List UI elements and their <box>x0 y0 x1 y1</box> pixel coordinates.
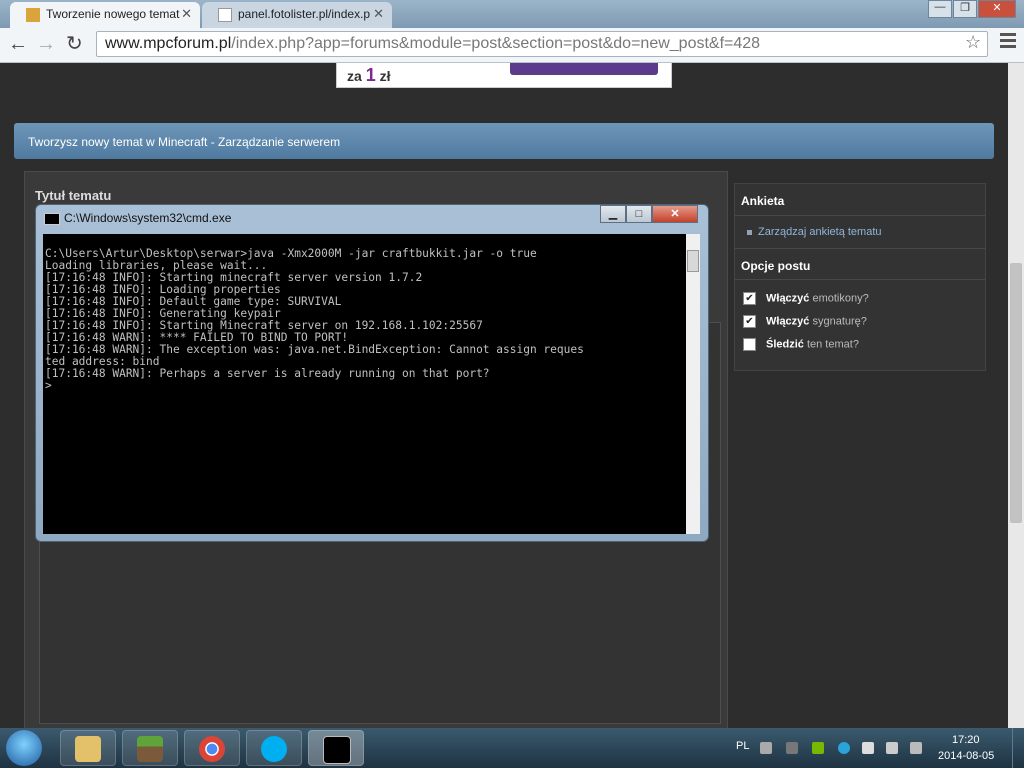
nvidia-icon[interactable] <box>812 742 824 754</box>
post-options-sidebar: Ankieta Zarządzaj ankietą tematu Opcje p… <box>734 183 986 371</box>
tab-new-topic[interactable]: Tworzenie nowego temat ✕ <box>10 2 200 28</box>
new-topic-header: Tworzysz nowy temat w Minecraft - Zarząd… <box>14 123 994 159</box>
manage-poll-link[interactable]: Zarządzaj ankietą tematu <box>747 226 882 238</box>
close-tab-icon[interactable]: ✕ <box>181 6 192 22</box>
ad-prefix: za <box>347 68 362 84</box>
cmd-icon <box>44 213 60 225</box>
option-signature[interactable]: ✔ Włączyć sygnaturę? <box>743 315 867 328</box>
chrome-icon <box>199 736 225 762</box>
hamburger-menu-icon[interactable] <box>1000 33 1016 51</box>
close-tab-icon[interactable]: ✕ <box>373 6 384 22</box>
clock-time[interactable]: 17:20 <box>952 734 980 746</box>
star-icon[interactable]: ☆ <box>965 32 981 53</box>
console-output: C:\Users\Artur\Desktop\serwar>java -Xmx2… <box>45 247 584 392</box>
advertisement-banner[interactable]: za 1 zł <box>336 63 672 88</box>
back-arrow-icon[interactable]: ← <box>8 34 28 54</box>
cmd-console[interactable]: C:\Users\Artur\Desktop\serwar>java -Xmx2… <box>43 234 693 534</box>
page-favicon-icon <box>218 8 232 22</box>
steam-icon[interactable] <box>786 742 798 754</box>
taskbar-cmd[interactable] <box>308 730 364 766</box>
minimize-window-button[interactable]: — <box>928 0 952 18</box>
option-emoticons[interactable]: ✔ Włączyć emotikony? <box>743 292 869 305</box>
ad-text: za 1 zł <box>347 65 390 86</box>
cmd-close-button[interactable]: ✕ <box>652 205 698 223</box>
browser-toolbar: ← → ↻ www.mpcforum.pl/index.php?app=foru… <box>0 28 1024 63</box>
bullet-icon <box>747 229 752 235</box>
option-text: emotikony? <box>809 292 869 305</box>
tab-label: Tworzenie nowego temat <box>46 7 180 21</box>
reload-icon[interactable]: ↻ <box>66 34 83 54</box>
keyboard-icon[interactable] <box>760 742 772 754</box>
network-icon[interactable] <box>910 742 922 754</box>
ad-suffix: zł <box>379 68 391 84</box>
tab-fotolister[interactable]: panel.fotolister.pl/index.p ✕ <box>202 2 392 28</box>
cmd-maximize-button[interactable]: □ <box>626 205 652 223</box>
option-bold: Włączyć <box>766 315 810 328</box>
cmd-scrollbar[interactable] <box>686 234 700 534</box>
windows-taskbar: PL 17:20 2014-08-05 <box>0 728 1024 768</box>
language-indicator[interactable]: PL <box>736 740 749 752</box>
skype-icon <box>261 736 287 762</box>
cmd-window[interactable]: C:\Windows\system32\cmd.exe ▁ □ ✕ C:\Use… <box>35 204 709 542</box>
scrollbar-thumb[interactable] <box>1010 263 1022 523</box>
taskbar-skype[interactable] <box>246 730 302 766</box>
ad-button[interactable] <box>510 63 658 75</box>
cmd-icon <box>323 736 351 764</box>
tab-label: panel.fotolister.pl/index.p <box>238 7 371 21</box>
option-text: sygnaturę? <box>809 315 867 328</box>
volume-icon[interactable] <box>886 742 898 754</box>
cmd-scrollbar-thumb[interactable] <box>687 250 699 272</box>
minecraft-icon <box>137 736 163 762</box>
show-desktop-button[interactable] <box>1012 728 1024 768</box>
ad-number: 1 <box>365 65 376 85</box>
checkbox-unchecked-icon[interactable] <box>743 338 756 351</box>
topic-title-label: Tytuł tematu <box>35 188 112 203</box>
taskbar-chrome[interactable] <box>184 730 240 766</box>
clock-date[interactable]: 2014-08-05 <box>938 750 994 762</box>
url-host: www.mpcforum.pl <box>105 35 232 52</box>
close-window-button[interactable]: ✕ <box>978 0 1016 18</box>
post-options-heading: Opcje postu <box>735 248 985 280</box>
option-bold: Włączyć <box>766 292 810 305</box>
option-text: ten temat? <box>803 338 859 351</box>
option-bold: Śledzić <box>766 338 804 351</box>
action-center-flag-icon[interactable] <box>862 742 874 754</box>
start-button-icon[interactable] <box>6 730 42 766</box>
windows-explorer-icon <box>75 736 101 762</box>
checkbox-checked-icon[interactable]: ✔ <box>743 315 756 328</box>
address-bar[interactable]: www.mpcforum.pl/index.php?app=forums&mod… <box>96 31 988 57</box>
url-path: /index.php?app=forums&module=post&sectio… <box>231 35 761 52</box>
checkbox-checked-icon[interactable]: ✔ <box>743 292 756 305</box>
update-icon[interactable] <box>838 742 850 754</box>
cmd-window-title: C:\Windows\system32\cmd.exe <box>64 211 232 225</box>
option-follow[interactable]: Śledzić ten temat? <box>743 338 859 351</box>
taskbar-explorer[interactable] <box>60 730 116 766</box>
forward-arrow-icon[interactable]: → <box>36 34 56 54</box>
page-scrollbar[interactable] <box>1008 63 1024 728</box>
browser-tab-strip: Tworzenie nowego temat ✕ panel.fotoliste… <box>0 0 1024 28</box>
taskbar-minecraft[interactable] <box>122 730 178 766</box>
manage-poll-label: Zarządzaj ankietą tematu <box>758 226 882 238</box>
mpcforum-favicon-icon <box>26 8 40 22</box>
maximize-window-button[interactable]: ❐ <box>953 0 977 18</box>
poll-heading: Ankieta <box>735 184 985 216</box>
cmd-minimize-button[interactable]: ▁ <box>600 205 626 223</box>
